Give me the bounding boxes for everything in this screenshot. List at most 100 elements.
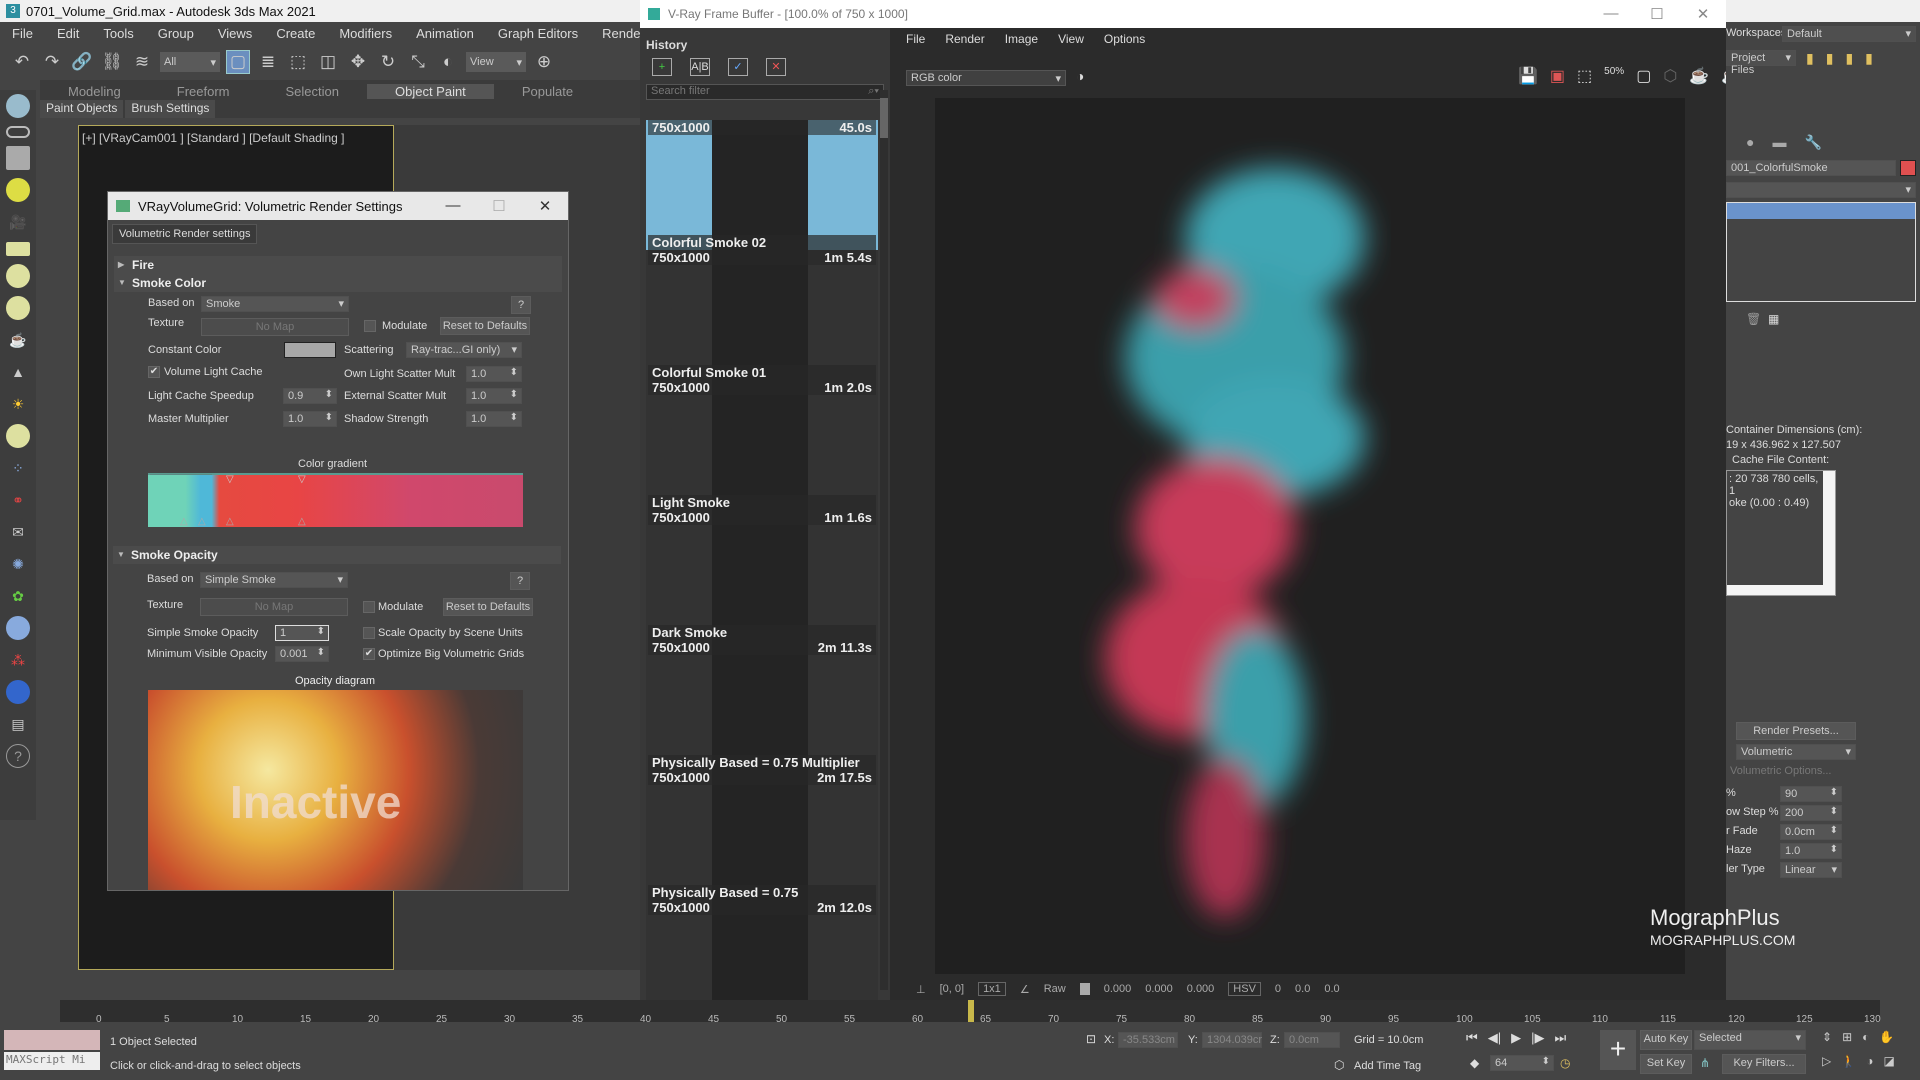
cache-content-box[interactable]: : 20 738 780 cells, 1 oke (0.00 : 0.49) xyxy=(1726,470,1836,596)
light-icon[interactable] xyxy=(6,178,30,202)
vfb-maximize-button[interactable]: ☐ xyxy=(1634,5,1680,23)
menu-tools[interactable]: Tools xyxy=(91,26,145,41)
color-correction-icon[interactable]: ◑ xyxy=(1076,68,1084,84)
smoke-color-rollout[interactable]: Smoke Color xyxy=(114,274,562,292)
menu-group[interactable]: Group xyxy=(146,26,206,41)
pivot-icon[interactable]: ⊕ xyxy=(532,50,556,74)
opacity-help-button[interactable]: ? xyxy=(510,572,530,590)
constant-color-swatch[interactable] xyxy=(284,342,336,358)
opacity-texture-button[interactable]: No Map xyxy=(200,598,348,616)
configure-sets-icon[interactable]: ▦ xyxy=(1768,312,1779,326)
tab-modeling[interactable]: Modeling xyxy=(40,84,149,99)
menu-views[interactable]: Views xyxy=(206,26,264,41)
bind-spacewarp-icon[interactable]: ≋ xyxy=(130,50,154,74)
time-config-icon[interactable]: ◷ xyxy=(1560,1056,1570,1070)
render-presets-button[interactable]: Render Presets... xyxy=(1736,722,1856,740)
menu-graph-editors[interactable]: Graph Editors xyxy=(486,26,590,41)
volume-light-cache-checkbox[interactable]: ✔ xyxy=(148,366,160,378)
rendered-image[interactable] xyxy=(935,98,1685,974)
tab-freeform[interactable]: Freeform xyxy=(149,84,258,99)
go-to-start-icon[interactable]: ⏮ xyxy=(1466,1030,1478,1046)
camera-icon[interactable]: 🎥 xyxy=(6,210,30,234)
teapot-icon[interactable] xyxy=(6,94,30,118)
ab-compare-icon[interactable]: A|B xyxy=(690,58,710,76)
render-frame-icon[interactable] xyxy=(6,146,30,170)
project-new-icon[interactable]: ▮ xyxy=(1845,50,1853,67)
gradient-color-stop[interactable]: △ xyxy=(226,516,234,527)
render-teapot-icon[interactable]: ☕ xyxy=(1689,66,1709,86)
modifier-list-dropdown[interactable] xyxy=(1726,182,1916,198)
menu-modifiers[interactable]: Modifiers xyxy=(327,26,404,41)
opacity-reset-button[interactable]: Reset to Defaults xyxy=(443,598,533,616)
color-mode-dropdown[interactable]: HSV xyxy=(1228,982,1261,996)
own-light-scatter-spinner[interactable]: 1.0 xyxy=(466,366,522,382)
scrollbar-thumb[interactable] xyxy=(880,98,888,138)
render-mode-dropdown[interactable]: Volumetric xyxy=(1736,744,1856,760)
smoke-color-modulate-checkbox[interactable] xyxy=(364,320,376,332)
disc-icon[interactable] xyxy=(6,296,30,320)
glass-sphere-icon[interactable] xyxy=(6,616,30,640)
pixel-info-icon[interactable]: ⊥ xyxy=(916,983,926,996)
maxscript-listener[interactable] xyxy=(4,1030,100,1050)
modifier-stack-selected-item[interactable] xyxy=(1727,203,1915,219)
maxscript-mini-input[interactable]: MAXScript Mi xyxy=(4,1052,100,1070)
workspace-dropdown[interactable]: Default xyxy=(1782,26,1916,42)
object-name-field[interactable]: 001_ColorfulSmoke xyxy=(1726,160,1896,176)
maximize-button[interactable]: ☐ xyxy=(476,197,522,215)
hemisphere-icon[interactable] xyxy=(6,264,30,288)
x-coord-field[interactable]: -35.533cm xyxy=(1118,1032,1178,1048)
history-item[interactable]: 750x1000 45.0s Colorful Smoke 02 xyxy=(646,120,878,250)
menu-edit[interactable]: Edit xyxy=(45,26,91,41)
y-coord-field[interactable]: 1304.039cr xyxy=(1202,1032,1262,1048)
tab-selection[interactable]: Selection xyxy=(258,84,367,99)
master-multiplier-spinner[interactable]: 1.0 xyxy=(283,411,337,427)
zoom-all-icon[interactable]: ⊞ xyxy=(1842,1030,1852,1044)
walkthrough-icon[interactable]: 🚶 xyxy=(1841,1054,1856,1068)
history-search-input[interactable]: Search filter ⌕▾ xyxy=(646,84,884,100)
stop-render-icon[interactable]: ⬡ xyxy=(1663,66,1677,86)
simple-smoke-opacity-spinner[interactable]: 1 xyxy=(275,625,329,641)
absolute-mode-icon[interactable]: ⊡ xyxy=(1086,1032,1096,1046)
ref-coord-dropdown[interactable]: View ▾ xyxy=(466,52,526,72)
optimize-grids-checkbox[interactable]: ✔ xyxy=(363,648,375,660)
history-item[interactable]: 750x1000 1m 5.4s Colorful Smoke 01 xyxy=(646,250,878,380)
next-frame-icon[interactable]: |▶ xyxy=(1531,1030,1544,1046)
vfb-close-button[interactable]: ✕ xyxy=(1680,5,1726,23)
key-selection-dropdown[interactable]: Selected xyxy=(1694,1030,1806,1050)
search-icon[interactable]: ⌕▾ xyxy=(868,85,879,98)
vfb-menu-file[interactable]: File xyxy=(906,32,925,46)
object-color-swatch[interactable] xyxy=(1900,160,1916,176)
maximize-viewport-icon[interactable]: ◪ xyxy=(1883,1054,1894,1068)
previous-frame-icon[interactable]: ◀| xyxy=(1488,1030,1501,1046)
viewport-label[interactable]: [+] [VRayCam001 ] [Standard ] [Default S… xyxy=(82,131,344,145)
materials-icon[interactable]: ⁂ xyxy=(6,648,30,672)
fire-rollout[interactable]: Fire xyxy=(114,256,562,274)
rect-selection-icon[interactable]: ⬚ xyxy=(286,50,310,74)
load-history-icon[interactable]: ✓ xyxy=(728,58,748,76)
vfb-menu-image[interactable]: Image xyxy=(1005,32,1038,46)
scale-icon[interactable]: ⤡ xyxy=(406,50,430,74)
gradient-color-stop[interactable]: △ xyxy=(298,516,306,527)
select-object-icon[interactable]: ▢ xyxy=(226,50,250,74)
tab-volumetric-render-settings[interactable]: Volumetric Render settings xyxy=(112,224,258,244)
light-cache-speedup-spinner[interactable]: 0.9 xyxy=(283,388,337,404)
redo-icon[interactable]: ↷ xyxy=(40,50,64,74)
orbit-icon[interactable]: ◐ xyxy=(1862,1030,1869,1044)
zoom-50-icon[interactable]: 50% xyxy=(1604,66,1624,86)
sphere-icon[interactable] xyxy=(6,424,30,448)
unlink-icon[interactable]: ⛓ xyxy=(100,50,124,74)
save-image-icon[interactable]: 💾 xyxy=(1518,66,1538,86)
add-time-tag-button[interactable]: Add Time Tag xyxy=(1354,1060,1421,1072)
pan-icon[interactable]: ✋ xyxy=(1879,1030,1894,1044)
fov-icon[interactable]: ▷ xyxy=(1822,1054,1831,1068)
remove-modifier-icon[interactable]: 🗑 xyxy=(1746,312,1761,326)
smoke-color-reset-button[interactable]: Reset to Defaults xyxy=(440,317,530,335)
gradient-top-marker[interactable]: ▽ xyxy=(298,474,306,485)
smoke-color-texture-button[interactable]: No Map xyxy=(201,318,349,336)
vfb-menu-options[interactable]: Options xyxy=(1104,32,1145,46)
selection-filter-dropdown[interactable]: All ▾ xyxy=(160,52,220,72)
sun-icon[interactable]: ☀ xyxy=(6,392,30,416)
display-tab-icon[interactable]: ▬ xyxy=(1772,134,1786,151)
modifier-stack[interactable] xyxy=(1726,202,1916,302)
paint-objects-panel[interactable]: Paint Objects xyxy=(40,100,124,118)
